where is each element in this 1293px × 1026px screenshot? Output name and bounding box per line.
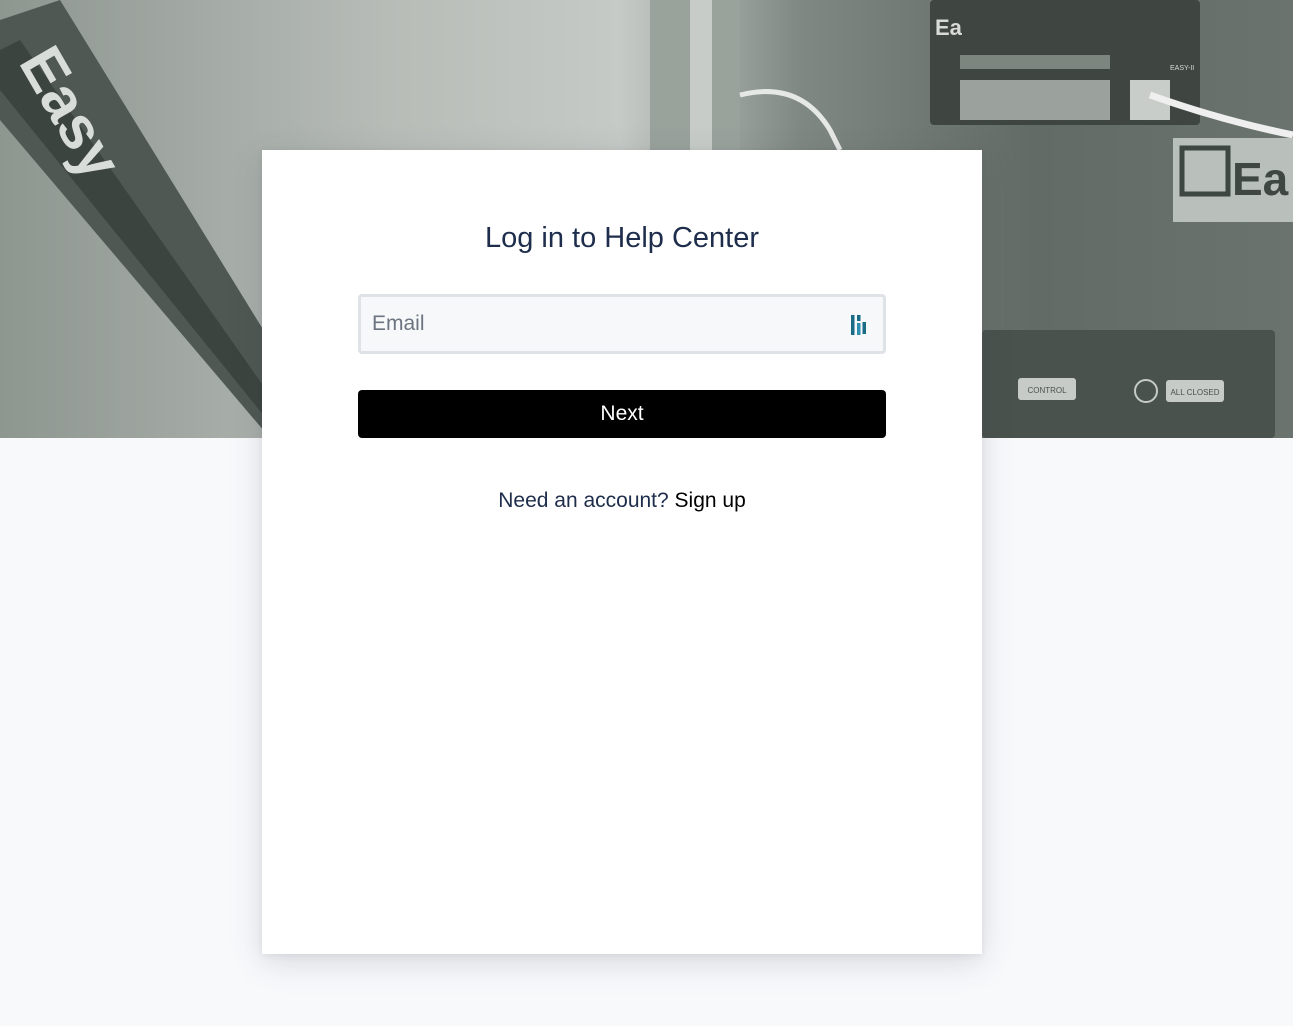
controller-model-label: EASY-II	[1170, 65, 1194, 72]
logo-plate-label: Ea	[1232, 153, 1289, 205]
controller-terminal-block	[960, 80, 1110, 120]
next-button[interactable]: Next	[358, 390, 886, 438]
all-closed-button-label: ALL CLOSED	[1170, 388, 1219, 397]
login-card: Log in to Help Center Next Need an accou…	[262, 150, 982, 954]
password-manager-icon[interactable]	[849, 313, 869, 337]
page-title: Log in to Help Center	[484, 222, 760, 254]
email-input[interactable]	[361, 297, 831, 351]
signup-prompt-text: Need an account?	[498, 489, 675, 512]
controller-brand-label: Ea	[935, 15, 963, 40]
controller-terminal-top	[960, 55, 1110, 69]
din-rail-slot	[690, 0, 712, 150]
control-panel-button-label: CONTROL	[1027, 386, 1067, 395]
email-field-wrapper	[358, 294, 886, 354]
signup-link[interactable]: Sign up	[675, 489, 746, 512]
signup-prompt-line: Need an account? Sign up	[262, 489, 982, 513]
cable-center	[739, 89, 843, 152]
